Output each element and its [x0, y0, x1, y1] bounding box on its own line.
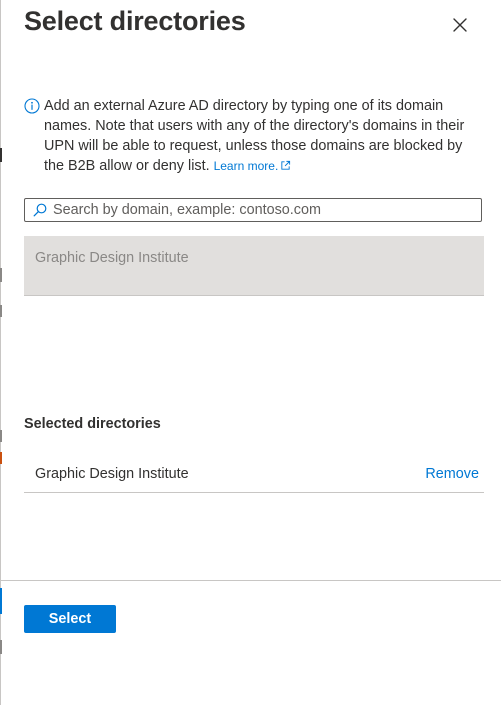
select-button[interactable]: Select: [24, 605, 116, 633]
background-page-edge: [0, 430, 2, 442]
search-input[interactable]: [53, 200, 481, 220]
search-box[interactable]: [24, 198, 482, 222]
background-page-edge: [0, 640, 2, 654]
selected-directory-name: Graphic Design Institute: [35, 466, 189, 482]
search-result-name: Graphic Design Institute: [35, 250, 189, 266]
background-page-edge: [0, 588, 2, 614]
selected-directory-row: Graphic Design Institute Remove: [24, 458, 484, 493]
background-page-edge: [0, 268, 2, 282]
remove-link[interactable]: Remove: [425, 466, 479, 482]
background-page-edge: [0, 148, 2, 162]
search-result-row: Graphic Design Institute: [24, 236, 484, 296]
learn-more-link[interactable]: Learn more.: [214, 159, 292, 173]
info-message: Add an external Azure AD directory by ty…: [24, 96, 480, 176]
selected-directories-heading: Selected directories: [24, 416, 161, 432]
search-icon: [33, 203, 47, 217]
background-page-edge: [0, 452, 2, 464]
close-button[interactable]: [448, 13, 472, 37]
footer-divider: [0, 580, 501, 581]
background-page-edge: [0, 305, 2, 317]
panel-title: Select directories: [24, 6, 246, 36]
info-icon: [24, 98, 40, 114]
external-link-icon: [280, 160, 291, 171]
close-icon: [448, 13, 472, 37]
learn-more-label: Learn more.: [213, 159, 279, 173]
info-text-container: Add an external Azure AD directory by ty…: [24, 96, 480, 176]
